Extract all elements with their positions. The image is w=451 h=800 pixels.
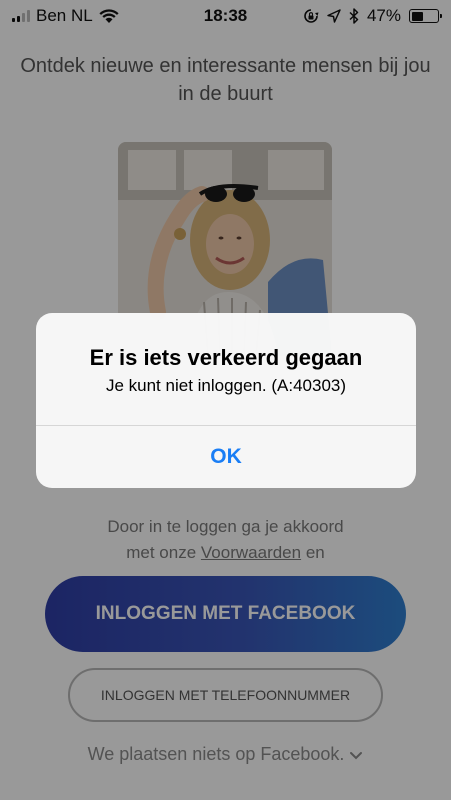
alert-ok-button[interactable]: OK — [36, 426, 416, 488]
alert-message: Je kunt niet inloggen. (A:40303) — [105, 376, 347, 395]
alert-title: Er is iets verkeerd gegaan — [89, 345, 363, 370]
error-alert: Er is iets verkeerd gegaan Je kunt niet … — [36, 313, 416, 488]
